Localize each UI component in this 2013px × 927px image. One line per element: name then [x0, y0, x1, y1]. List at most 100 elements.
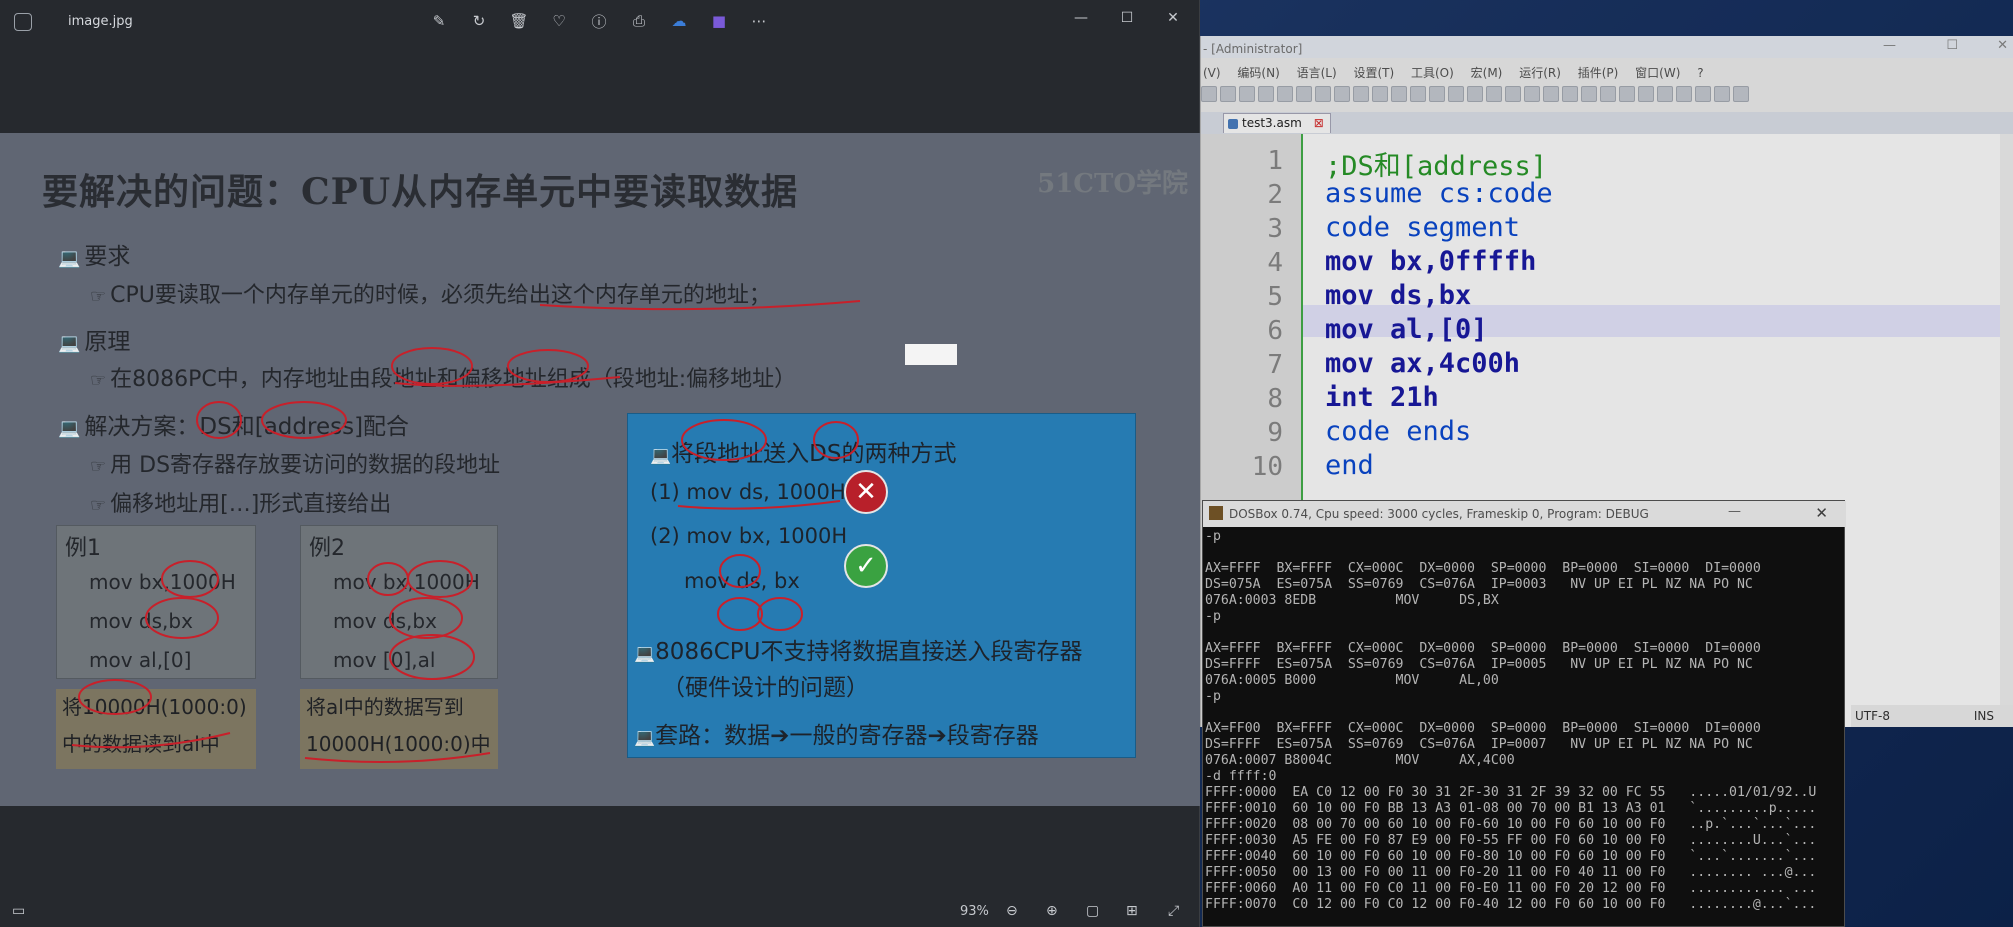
menu-encoding[interactable]: 编码(N) [1237, 66, 1279, 80]
zoom-out-icon[interactable]: ⊖ [1006, 903, 1018, 919]
maximize-button[interactable]: ☐ [1104, 6, 1150, 30]
debug-terminal-output[interactable]: -p AX=FFFF BX=FFFF CX=000C DX=0000 SP=00… [1205, 529, 1816, 913]
toolbar-button[interactable] [1315, 86, 1331, 102]
line-number: 7 [1267, 350, 1283, 380]
viewer-titlebar: image.jpg ✎ ↻ 🗑 ♡ ⓘ ⎙ ☁ ■ ⋯ — ☐ ✕ [0, 0, 1200, 44]
line-number: 9 [1267, 418, 1283, 448]
line-number: 6 [1267, 316, 1283, 346]
file-name: image.jpg [68, 14, 133, 29]
toolbar-button[interactable] [1505, 86, 1521, 102]
line-number: 1 [1267, 146, 1283, 176]
viewer-toolbar: ✎ ↻ 🗑 ♡ ⓘ ⎙ ☁ ■ ⋯ [430, 10, 768, 32]
code-line: mov bx,0ffffh [1325, 246, 1537, 277]
line-number: 10 [1251, 452, 1283, 482]
menu-settings[interactable]: 设置(T) [1353, 66, 1394, 80]
insert-mode-indicator: INS [1973, 709, 1994, 723]
toolbar-button[interactable] [1600, 86, 1616, 102]
filmstrip-icon[interactable]: ▭ [12, 903, 25, 919]
toolbar-button[interactable] [1353, 86, 1369, 102]
toolbar-button[interactable] [1695, 86, 1711, 102]
line-number: 8 [1267, 384, 1283, 414]
toolbar-button[interactable] [1486, 86, 1502, 102]
photos-app-icon [14, 13, 32, 31]
tab-label: test3.asm [1242, 116, 1302, 130]
actual-size-icon[interactable]: ⊞ [1126, 903, 1138, 919]
vertical-scrollbar[interactable] [2000, 134, 2013, 727]
print-icon[interactable]: ⎙ [630, 10, 648, 32]
info-icon[interactable]: ⓘ [590, 10, 608, 32]
toolbar-button[interactable] [1201, 86, 1217, 102]
npp-toolbar [1201, 86, 1749, 108]
code-line: int 21h [1325, 382, 1439, 413]
delete-icon[interactable]: 🗑 [509, 10, 528, 32]
menu-plugins[interactable]: 插件(P) [1578, 66, 1619, 80]
code-line: code ends [1325, 416, 1472, 447]
video-icon[interactable]: ■ [710, 10, 728, 32]
menu-view[interactable]: (V) [1203, 66, 1221, 80]
red-ink-annotations [71, 300, 861, 763]
npp-close-button[interactable]: ✕ [1997, 38, 2008, 53]
npp-menubar: (V) 编码(N) 语言(L) 设置(T) 工具(O) 宏(M) 运行(R) 插… [1201, 64, 2013, 82]
toolbar-button[interactable] [1296, 86, 1312, 102]
toolbar-button[interactable] [1372, 86, 1388, 102]
npp-statusbar: UTF-8 INS [1851, 705, 2013, 727]
encoding-indicator: UTF-8 [1855, 709, 1890, 723]
toolbar-button[interactable] [1334, 86, 1350, 102]
toolbar-button[interactable] [1277, 86, 1293, 102]
tab-test3-asm[interactable]: test3.asm ⊠ [1223, 113, 1331, 133]
toolbar-button[interactable] [1448, 86, 1464, 102]
toolbar-button[interactable] [1467, 86, 1483, 102]
dosbox-minimize-button[interactable]: — [1728, 504, 1741, 519]
code-line: assume cs:code [1325, 178, 1553, 209]
toolbar-button[interactable] [1220, 86, 1236, 102]
dosbox-titlebar: DOSBox 0.74, Cpu speed: 3000 cycles, Fra… [1203, 501, 1846, 527]
toolbar-button[interactable] [1562, 86, 1578, 102]
code-line: mov al,[0] [1325, 314, 1488, 345]
fit-icon[interactable]: ▢ [1086, 903, 1099, 919]
npp-titlebar: - [Administrator] — ☐ ✕ [1201, 36, 2013, 58]
toolbar-button[interactable] [1581, 86, 1597, 102]
minimize-button[interactable]: — [1058, 6, 1104, 30]
window-controls: — ☐ ✕ [1058, 6, 1196, 30]
fullscreen-icon[interactable]: ⤢ [1168, 903, 1179, 919]
toolbar-button[interactable] [1657, 86, 1673, 102]
save-state-icon [1228, 119, 1238, 129]
toolbar-button[interactable] [1714, 86, 1730, 102]
npp-maximize-button[interactable]: ☐ [1946, 38, 1958, 53]
toolbar-button[interactable] [1258, 86, 1274, 102]
slide-image: 要解决的问题：CPU从内存单元中要读取数据 51CTO学院 💻 要求 ☞ CPU要读… [0, 133, 1200, 806]
toolbar-button[interactable] [1619, 86, 1635, 102]
line-number: 2 [1267, 180, 1283, 210]
dosbox-title: DOSBox 0.74, Cpu speed: 3000 cycles, Fra… [1229, 507, 1649, 521]
npp-title: - [Administrator] [1203, 42, 1303, 56]
toolbar-button[interactable] [1239, 86, 1255, 102]
code-line: mov ax,4c00h [1325, 348, 1521, 379]
toolbar-button[interactable] [1733, 86, 1749, 102]
white-marker [905, 344, 957, 365]
menu-window[interactable]: 窗口(W) [1635, 66, 1680, 80]
npp-tabbar: test3.asm ⊠ [1201, 112, 2013, 134]
toolbar-button[interactable] [1410, 86, 1426, 102]
rotate-icon[interactable]: ↻ [470, 10, 488, 32]
toolbar-button[interactable] [1391, 86, 1407, 102]
favorite-icon[interactable]: ♡ [550, 10, 568, 32]
toolbar-button[interactable] [1676, 86, 1692, 102]
menu-tools[interactable]: 工具(O) [1411, 66, 1454, 80]
zoom-in-icon[interactable]: ⊕ [1046, 903, 1058, 919]
edit-icon[interactable]: ✎ [430, 10, 448, 32]
npp-minimize-button[interactable]: — [1883, 38, 1896, 53]
menu-help[interactable]: ? [1697, 66, 1703, 80]
tab-close-icon[interactable]: ⊠ [1314, 116, 1324, 130]
dosbox-close-button[interactable]: ✕ [1815, 504, 1828, 522]
toolbar-button[interactable] [1638, 86, 1654, 102]
cloud-icon[interactable]: ☁ [670, 10, 688, 32]
toolbar-button[interactable] [1543, 86, 1559, 102]
close-button[interactable]: ✕ [1150, 6, 1196, 30]
menu-run[interactable]: 运行(R) [1519, 66, 1561, 80]
toolbar-button[interactable] [1524, 86, 1540, 102]
zoom-level: 93% [960, 904, 989, 919]
menu-macro[interactable]: 宏(M) [1471, 66, 1503, 80]
toolbar-button[interactable] [1429, 86, 1445, 102]
menu-language[interactable]: 语言(L) [1297, 66, 1337, 80]
more-icon[interactable]: ⋯ [750, 10, 768, 32]
